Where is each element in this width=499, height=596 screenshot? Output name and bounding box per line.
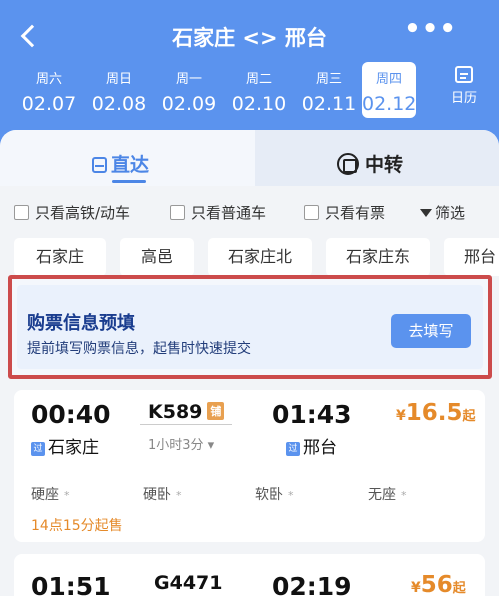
promo-subtitle: 提前填写购票信息，起售时快速提交 bbox=[27, 341, 251, 357]
date-weekday: 周二 bbox=[245, 72, 272, 87]
price-amount: 16.5 bbox=[405, 400, 463, 426]
checkbox-icon[interactable] bbox=[304, 205, 319, 220]
seat-type: 硬卧 * bbox=[143, 487, 182, 503]
filter-label: 只看普通车 bbox=[191, 204, 267, 222]
seat-type: 软卧 * bbox=[255, 487, 294, 503]
date-value: 02.10 bbox=[231, 93, 287, 115]
depart-time: 00:40 bbox=[31, 400, 111, 429]
date-weekday: 周三 bbox=[315, 72, 342, 87]
date-item[interactable]: 周三 02.11 bbox=[296, 62, 362, 118]
filter-button[interactable]: 筛选 bbox=[420, 202, 465, 223]
filter-label: 只看有票 bbox=[325, 204, 386, 222]
to-station: 邢台 bbox=[303, 438, 337, 458]
station-chip[interactable]: 石家庄 bbox=[14, 238, 106, 276]
tab-bar: 直达 中转 bbox=[0, 130, 499, 186]
train-icon bbox=[92, 157, 107, 173]
tab-transfer-label: 中转 bbox=[365, 154, 404, 176]
station-chip[interactable]: 高邑 bbox=[120, 238, 194, 276]
date-item[interactable]: 周一 02.09 bbox=[156, 62, 222, 118]
transfer-icon bbox=[337, 153, 359, 175]
more-options-icon[interactable]: ••• bbox=[404, 14, 457, 44]
calendar-label: 日历 bbox=[450, 91, 477, 106]
tab-active-indicator bbox=[112, 180, 146, 183]
tab-direct-label: 直达 bbox=[111, 154, 150, 176]
promo-banner: 购票信息预填 提前填写购票信息，起售时快速提交 去填写 bbox=[17, 285, 483, 369]
price: ¥56起 bbox=[411, 572, 466, 596]
date-value: 02.07 bbox=[21, 93, 77, 115]
train-number: G4471 bbox=[154, 572, 223, 594]
calendar-button[interactable]: 日历 bbox=[444, 66, 484, 106]
date-weekday: 周一 bbox=[175, 72, 202, 87]
price: ¥16.5起 bbox=[396, 400, 476, 426]
arrive-time: 02:19 bbox=[272, 572, 352, 596]
date-value: 02.09 bbox=[161, 93, 217, 115]
seat-type: 硬座 * bbox=[31, 487, 70, 503]
tab-direct[interactable]: 直达 bbox=[0, 130, 255, 186]
arrive-time: 01:43 bbox=[272, 400, 352, 429]
filter-youpiao[interactable]: 只看有票 bbox=[304, 202, 385, 223]
station-chip[interactable]: 石家庄北 bbox=[208, 238, 312, 276]
filter-bar: 只看高铁/动车 只看普通车 只看有票 筛选 bbox=[14, 202, 494, 226]
train-card[interactable]: 01:51 G4471 02:19 ¥56起 bbox=[14, 554, 485, 596]
station-chip[interactable]: 邢台 bbox=[444, 238, 499, 276]
price-currency: ¥ bbox=[396, 408, 406, 424]
train-number: K589 bbox=[148, 401, 203, 423]
checkbox-icon[interactable] bbox=[14, 205, 29, 220]
price-suffix: 起 bbox=[452, 581, 466, 596]
from-station: 石家庄 bbox=[48, 438, 99, 458]
duration-toggle[interactable]: 1小时3分 ▾ bbox=[148, 434, 214, 453]
station-chip[interactable]: 石家庄东 bbox=[326, 238, 430, 276]
date-value: 02.08 bbox=[91, 93, 147, 115]
pass-through-badge: 过 bbox=[286, 442, 300, 456]
bunk-badge: 铺 bbox=[207, 402, 225, 420]
date-item[interactable]: 周日 02.08 bbox=[86, 62, 152, 118]
seat-type: 无座 * bbox=[368, 487, 407, 503]
date-value: 02.11 bbox=[301, 93, 357, 115]
pass-through-badge: 过 bbox=[31, 442, 45, 456]
filter-label: 筛选 bbox=[435, 204, 466, 222]
train-card[interactable]: 00:40 K589 铺 1小时3分 ▾ 01:43 ¥16.5起 过石家庄 过邢… bbox=[14, 390, 485, 542]
duration-divider bbox=[140, 424, 232, 425]
date-item-selected[interactable]: 周四 02.12 bbox=[362, 62, 416, 118]
date-weekday: 周六 bbox=[35, 72, 62, 87]
duration-text: 1小时3分 bbox=[148, 438, 204, 453]
price-amount: 56 bbox=[420, 572, 453, 596]
sale-start-note: 14点15分起售 bbox=[31, 518, 123, 534]
calendar-icon bbox=[455, 66, 473, 83]
filter-putong[interactable]: 只看普通车 bbox=[170, 202, 266, 223]
filter-label: 只看高铁/动车 bbox=[35, 204, 131, 222]
date-value: 02.12 bbox=[362, 93, 417, 115]
funnel-icon bbox=[420, 209, 432, 217]
chevron-down-icon: ▾ bbox=[203, 438, 215, 453]
depart-time: 01:51 bbox=[31, 572, 111, 596]
promo-title: 购票信息预填 bbox=[27, 313, 135, 334]
tab-transfer[interactable]: 中转 bbox=[255, 130, 499, 186]
price-suffix: 起 bbox=[462, 409, 476, 424]
price-currency: ¥ bbox=[411, 580, 421, 596]
date-item[interactable]: 周六 02.07 bbox=[16, 62, 82, 118]
date-selector: 周六 02.07 周日 02.08 周一 02.09 周二 02.10 周三 0… bbox=[0, 62, 499, 120]
promo-fill-button[interactable]: 去填写 bbox=[391, 314, 471, 348]
checkbox-icon[interactable] bbox=[170, 205, 185, 220]
date-weekday: 周四 bbox=[375, 72, 402, 87]
station-chips: 石家庄 高邑 石家庄北 石家庄东 邢台 bbox=[14, 238, 499, 276]
filter-gaotie[interactable]: 只看高铁/动车 bbox=[14, 202, 130, 223]
date-item[interactable]: 周二 02.10 bbox=[226, 62, 292, 118]
promo-highlight: 购票信息预填 提前填写购票信息，起售时快速提交 去填写 bbox=[8, 275, 492, 379]
date-weekday: 周日 bbox=[105, 72, 132, 87]
